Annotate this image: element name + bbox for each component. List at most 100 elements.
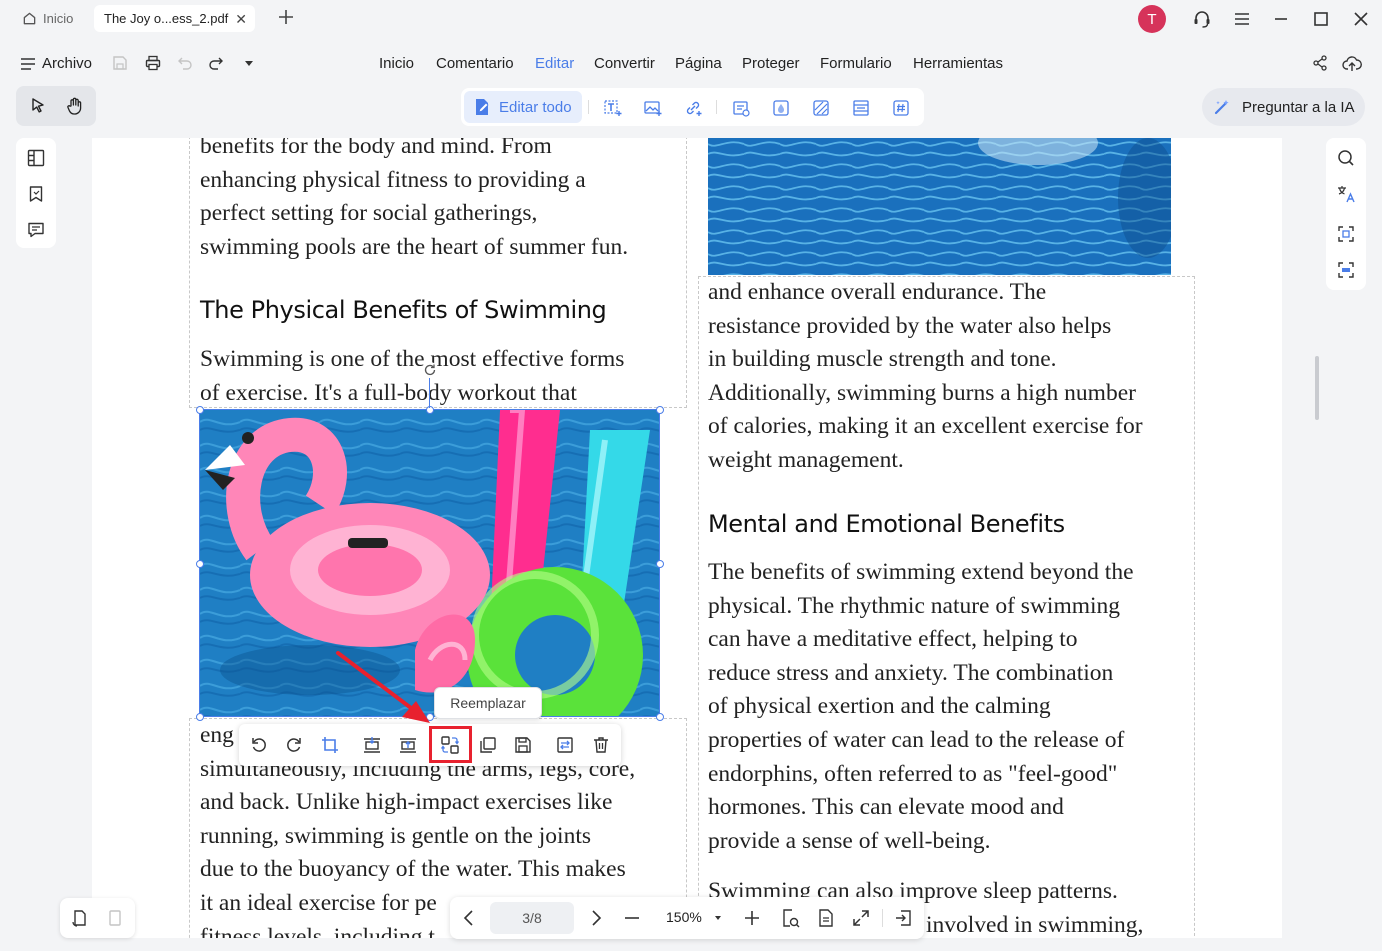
zoom-out-icon[interactable] [622, 908, 642, 928]
next-page-icon[interactable] [586, 908, 606, 928]
zoom-level[interactable]: 150% [666, 909, 702, 925]
page-number-field[interactable]: 3/8 [490, 902, 574, 934]
vertical-scrollbar[interactable] [1315, 356, 1319, 420]
thumbnails-icon[interactable] [26, 148, 46, 168]
close-window-icon[interactable] [1350, 8, 1372, 30]
paragraph-intro[interactable]: benefits for the body and mind. From enh… [200, 138, 628, 264]
resize-handle[interactable] [656, 560, 664, 568]
left-sidebar [16, 138, 56, 248]
print-icon[interactable] [144, 54, 164, 74]
paragraph-physical[interactable]: Swimming is one of the most effective fo… [200, 343, 624, 410]
fullscreen-icon[interactable] [851, 908, 871, 928]
menu-convertir[interactable]: Convertir [594, 55, 655, 72]
text-line: and back. Unlike high-impact exercises l… [200, 789, 613, 816]
add-image-icon[interactable] [643, 98, 663, 118]
copy-icon[interactable] [478, 735, 498, 755]
resize-handle[interactable] [196, 713, 204, 721]
fit-page-icon[interactable] [780, 908, 800, 928]
text-line: enhancing physical fitness to providing … [200, 166, 586, 193]
menu-formulario[interactable]: Formulario [820, 55, 892, 72]
crop-page-icon[interactable] [731, 98, 751, 118]
delete-icon[interactable] [591, 735, 611, 755]
bates-number-icon[interactable] [891, 98, 911, 118]
save-icon[interactable] [111, 54, 131, 74]
ai-sparkle-icon [1212, 97, 1242, 117]
menu-proteger[interactable]: Proteger [742, 55, 800, 72]
text-line: physical. The rhythmic nature of swimmin… [708, 592, 1121, 619]
menu-herramientas[interactable]: Herramientas [913, 55, 1003, 72]
previous-page-icon[interactable] [459, 908, 479, 928]
cloud-upload-icon[interactable] [1342, 54, 1362, 74]
support-icon[interactable] [1191, 8, 1213, 30]
text-line: resistance provided by the water also he… [708, 312, 1112, 339]
image-properties-icon[interactable] [555, 735, 575, 755]
exit-icon[interactable] [893, 908, 913, 928]
crop-icon[interactable] [320, 735, 340, 755]
text-line: endorphins, often referred to as "feel-g… [708, 760, 1118, 787]
menu-editar[interactable]: Editar [527, 49, 582, 78]
title-bar: Inicio The Joy o...ess_2.pdf ✕ T [0, 0, 1382, 40]
share-icon[interactable] [1311, 54, 1331, 74]
image-pool-water[interactable] [708, 138, 1171, 275]
resize-handle[interactable] [656, 713, 664, 721]
resize-handle[interactable] [656, 406, 664, 414]
text-line: running, swimming is gentle on the joint… [200, 822, 591, 849]
comments-icon[interactable] [26, 220, 46, 240]
fit-width-icon[interactable] [816, 908, 836, 928]
page-rotate-icon[interactable] [70, 908, 90, 928]
heading-physical-benefits[interactable]: The Physical Benefits of Swimming [200, 296, 607, 324]
tab-document[interactable]: The Joy o...ess_2.pdf ✕ [94, 5, 255, 32]
paragraph-mental[interactable]: The benefits of swimming extend beyond t… [708, 556, 1134, 858]
dropdown-arrow-icon[interactable] [242, 56, 262, 76]
bookmark-icon[interactable] [26, 184, 46, 204]
resize-handle[interactable] [196, 406, 204, 414]
rotate-handle-icon[interactable] [422, 362, 438, 378]
background-icon[interactable] [811, 98, 831, 118]
right-sidebar [1326, 138, 1366, 290]
ocr-scan-icon[interactable] [1336, 260, 1356, 280]
extract-image-icon[interactable] [362, 735, 382, 755]
page-view-icon[interactable] [105, 908, 125, 928]
rotate-right-icon[interactable] [284, 735, 304, 755]
header-footer-icon[interactable] [851, 98, 871, 118]
maximize-icon[interactable] [1310, 8, 1332, 30]
tab-home[interactable]: Inicio [14, 5, 86, 32]
resize-handle[interactable] [426, 406, 434, 414]
edit-toolbar: Editar todo Preguntar a la IA [0, 86, 1382, 130]
select-cursor-icon[interactable] [28, 96, 48, 116]
minimize-icon[interactable] [1270, 8, 1292, 30]
menu-pagina[interactable]: Página [675, 55, 722, 72]
search-icon[interactable] [1336, 148, 1356, 168]
menu-icon[interactable] [1231, 8, 1253, 30]
paragraph-endurance[interactable]: and enhance overall endurance. The resis… [708, 276, 1143, 478]
translate-icon[interactable] [1336, 184, 1356, 204]
avatar[interactable]: T [1138, 5, 1166, 33]
undo-icon[interactable] [176, 54, 196, 74]
watermark-icon[interactable] [771, 98, 791, 118]
page-view-group [60, 898, 135, 938]
rotate-left-icon[interactable] [249, 735, 269, 755]
compare-icon[interactable] [1336, 224, 1356, 244]
hand-tool-icon[interactable] [65, 96, 85, 116]
edit-all-button[interactable]: Editar todo [464, 91, 582, 123]
heading-mental-benefits[interactable]: Mental and Emotional Benefits [708, 510, 1065, 538]
menu-inicio[interactable]: Inicio [379, 55, 414, 72]
text-line: of physical exertion and the calming [708, 693, 1051, 720]
resize-handle[interactable] [196, 560, 204, 568]
zoom-dropdown-icon[interactable] [711, 910, 731, 930]
save-image-icon[interactable] [513, 735, 533, 755]
edit-document-icon [472, 97, 499, 117]
avatar-letter: T [1147, 10, 1157, 28]
close-tab-icon[interactable]: ✕ [235, 11, 247, 28]
file-menu[interactable]: Archivo [42, 55, 92, 72]
add-link-icon[interactable] [683, 98, 703, 118]
align-image-icon[interactable] [398, 735, 418, 755]
text-line: reduce stress and anxiety. The combinati… [708, 659, 1114, 686]
zoom-in-icon[interactable] [742, 908, 762, 928]
hamburger-icon[interactable] [20, 56, 40, 76]
menu-comentario[interactable]: Comentario [436, 55, 514, 72]
add-text-icon[interactable] [603, 98, 623, 118]
ask-ai-button[interactable]: Preguntar a la IA [1202, 88, 1365, 126]
redo-icon[interactable] [207, 54, 227, 74]
new-tab-icon[interactable] [276, 7, 296, 27]
